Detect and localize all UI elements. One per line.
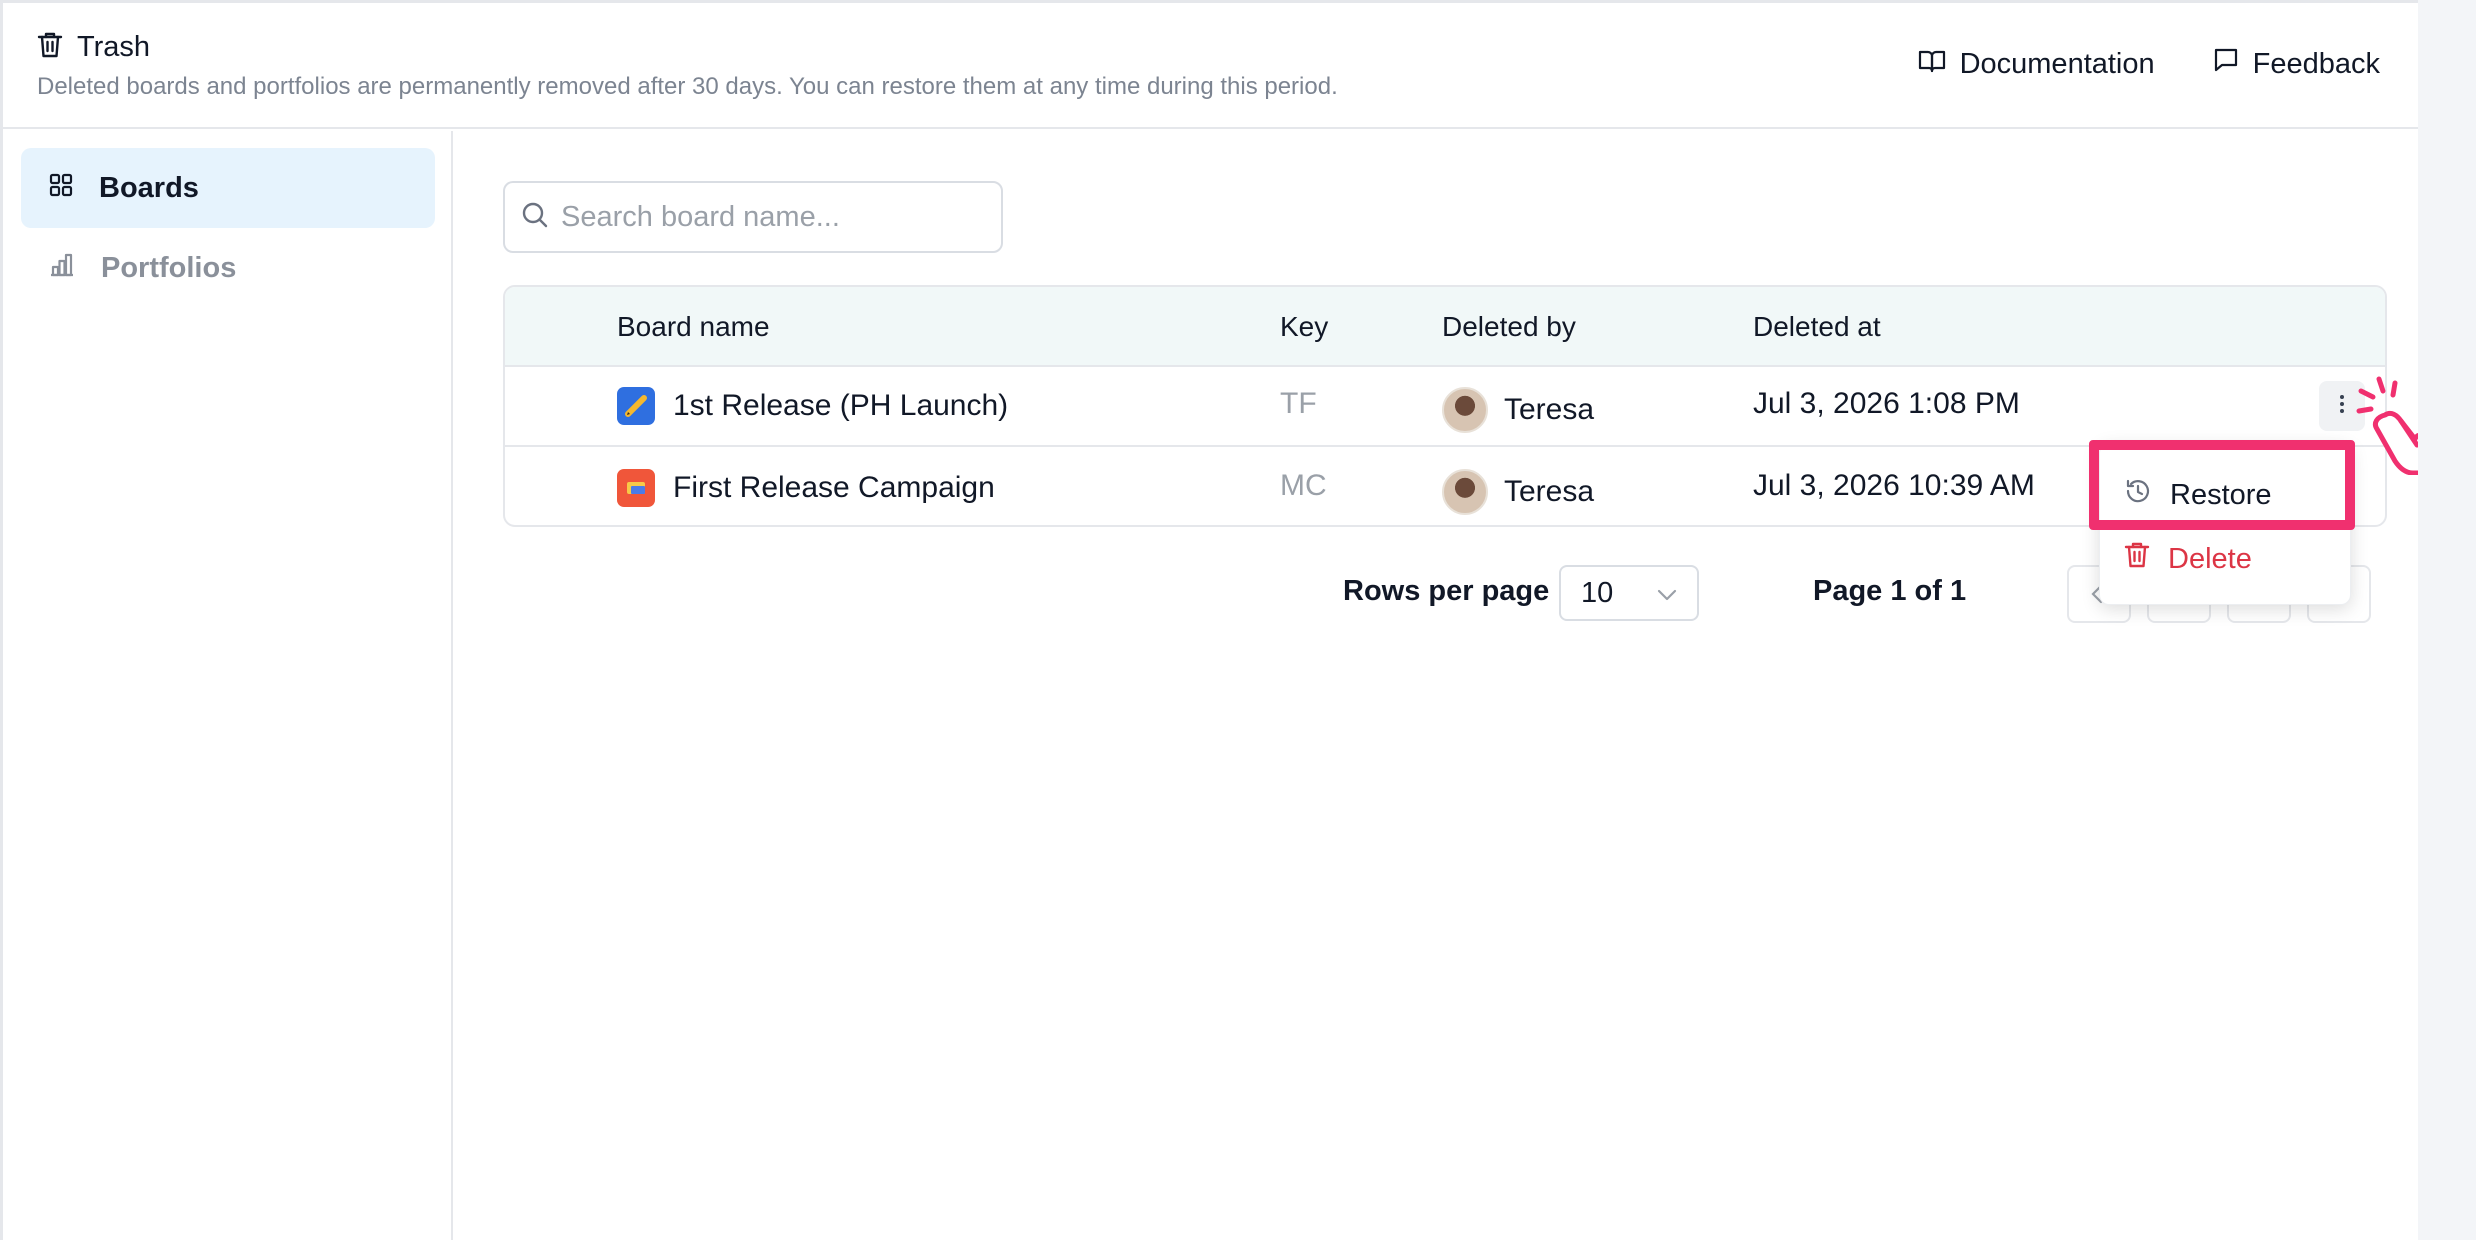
trash-icon [2124, 541, 2150, 577]
page-title: Trash [77, 31, 151, 63]
right-gutter [2418, 0, 2476, 1240]
header-links: Documentation Feedback [1918, 47, 2380, 81]
search-input[interactable] [561, 200, 981, 234]
table-row[interactable]: 1st Release (PH Launch) TF Teresa Jul 3,… [505, 367, 2385, 447]
avatar [1442, 469, 1488, 515]
deleted-by-cell: Teresa [1442, 469, 1594, 515]
trash-icon [37, 31, 63, 64]
rows-per-page-value: 10 [1581, 576, 1614, 609]
rows-per-page-select[interactable]: 10 [1559, 565, 1699, 621]
board-icon [617, 469, 655, 507]
sidebar-item-portfolios[interactable]: Portfolios [21, 228, 435, 308]
row-actions-menu: Restore Delete [2099, 443, 2351, 605]
page-header: Trash Deleted boards and portfolios are … [3, 3, 2418, 129]
history-icon [2124, 477, 2152, 513]
board-name[interactable]: 1st Release (PH Launch) [673, 389, 1008, 423]
page-indicator: Page 1 of 1 [1813, 575, 1967, 607]
restore-label: Restore [2170, 478, 2272, 511]
trash-page: Trash Deleted boards and portfolios are … [0, 0, 2460, 1240]
sidebar: Boards Portfolios [3, 131, 453, 1240]
message-icon [2213, 47, 2239, 81]
restore-menu-item[interactable]: Restore [2100, 464, 2350, 526]
book-icon [1918, 48, 1946, 81]
board-key: MC [1280, 469, 1327, 502]
chevron-down-icon [1655, 581, 1679, 614]
table-header: Board name Key Deleted by Deleted at [505, 287, 2385, 367]
deleted-at: Jul 3, 2026 1:08 PM [1753, 387, 2020, 420]
board-name-cell: 1st Release (PH Launch) [617, 387, 1008, 425]
delete-menu-item[interactable]: Delete [2100, 528, 2350, 590]
sidebar-item-label: Boards [99, 171, 199, 204]
sidebar-item-boards[interactable]: Boards [21, 148, 435, 228]
deleted-by-name: Teresa [1504, 475, 1595, 508]
column-header-board-name[interactable]: Board name [617, 311, 770, 343]
deleted-at: Jul 3, 2026 10:39 AM [1753, 469, 2035, 502]
search-box [503, 181, 1003, 253]
column-header-deleted-at[interactable]: Deleted at [1753, 311, 1881, 343]
deleted-by-cell: Teresa [1442, 387, 1594, 433]
board-key: TF [1280, 387, 1317, 420]
bar-chart-icon [49, 252, 75, 285]
feedback-label: Feedback [2252, 47, 2380, 80]
search-icon [521, 201, 549, 234]
board-name-cell: First Release Campaign [617, 469, 995, 507]
header-title-row: Trash [37, 31, 150, 64]
board-icon [617, 387, 655, 425]
column-header-key[interactable]: Key [1280, 311, 1328, 343]
avatar [1442, 387, 1488, 433]
rows-per-page-label: Rows per page [1343, 575, 1550, 607]
sidebar-item-label: Portfolios [101, 251, 237, 284]
column-header-deleted-by[interactable]: Deleted by [1442, 311, 1576, 343]
deleted-by-name: Teresa [1504, 393, 1595, 426]
grid-icon [49, 172, 73, 205]
feedback-link[interactable]: Feedback [2213, 47, 2380, 81]
board-name[interactable]: First Release Campaign [673, 471, 995, 505]
page-description: Deleted boards and portfolios are perman… [37, 73, 1338, 100]
documentation-label: Documentation [1959, 47, 2155, 80]
documentation-link[interactable]: Documentation [1918, 48, 2155, 81]
delete-label: Delete [2168, 542, 2252, 575]
more-vertical-icon [2339, 394, 2345, 419]
